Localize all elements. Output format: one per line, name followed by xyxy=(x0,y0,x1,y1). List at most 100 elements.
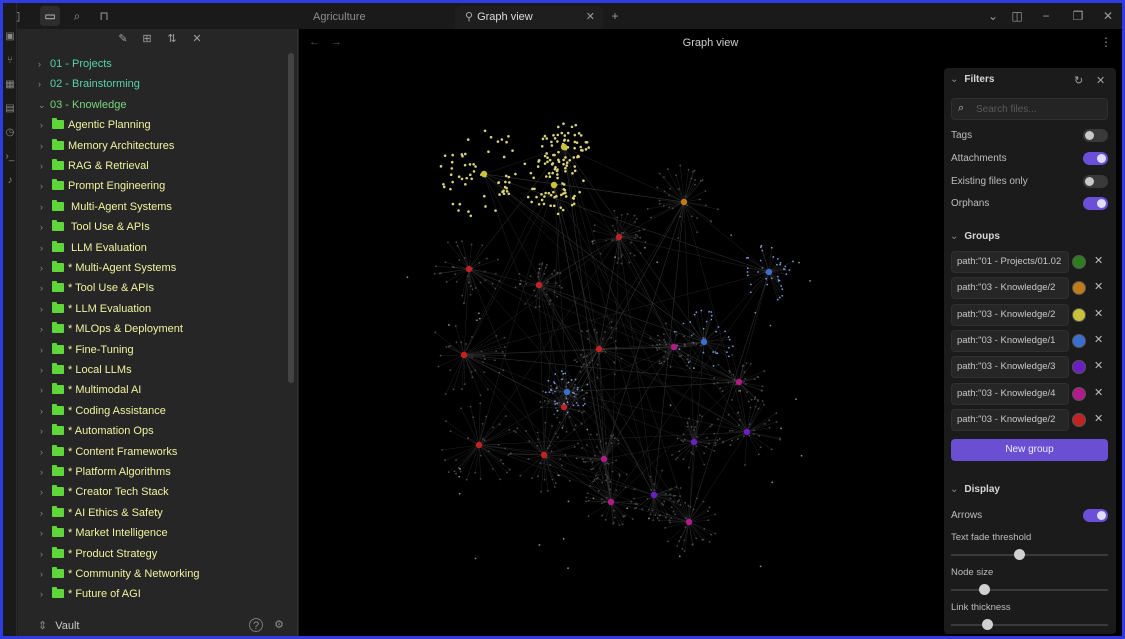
terminal-icon[interactable]: ›_ xyxy=(4,151,16,163)
tree-item[interactable]: › * Automation Ops xyxy=(40,422,154,440)
group-color-swatch[interactable] xyxy=(1072,307,1086,322)
tree-item[interactable]: ⌄ 03 - Knowledge xyxy=(38,96,126,114)
chevron-right-icon[interactable]: › xyxy=(40,320,50,338)
remove-group-icon[interactable]: ✕ xyxy=(1094,307,1103,320)
tree-item[interactable]: › * Fine-Tuning xyxy=(40,341,134,359)
tab-graph-view[interactable]: ⚲ Graph view ✕ xyxy=(455,6,603,29)
filters-header[interactable]: ⌄ Filters xyxy=(950,74,994,85)
close-window-button[interactable]: ✕ xyxy=(1098,6,1118,26)
tree-item[interactable]: › * MLOps & Deployment xyxy=(40,320,183,338)
chevron-right-icon[interactable]: › xyxy=(40,463,50,481)
page-icon[interactable]: ▤ xyxy=(4,103,16,115)
remove-group-icon[interactable]: ✕ xyxy=(1094,280,1103,293)
group-color-swatch[interactable] xyxy=(1072,412,1086,427)
chevron-right-icon[interactable]: › xyxy=(40,524,50,542)
new-folder-icon[interactable]: ⊞ xyxy=(139,31,155,47)
tree-item[interactable]: › * Platform Algorithms xyxy=(40,463,171,481)
reset-icon[interactable]: ↻ xyxy=(1074,74,1083,87)
tree-item[interactable]: › * Multi-Agent Systems xyxy=(40,259,176,277)
tree-item[interactable]: › * LLM Evaluation xyxy=(40,300,151,318)
toggle-attachments[interactable] xyxy=(1083,152,1108,165)
chevron-right-icon[interactable]: › xyxy=(40,177,50,195)
chevron-right-icon[interactable]: › xyxy=(40,279,50,297)
chevron-right-icon[interactable]: › xyxy=(40,361,50,379)
chevron-right-icon[interactable]: › xyxy=(40,259,50,277)
remove-group-icon[interactable]: ✕ xyxy=(1094,412,1103,425)
group-query-input[interactable]: path:"03 - Knowledge/2 xyxy=(951,408,1069,431)
tree-item[interactable]: › 01 - Projects xyxy=(38,55,112,73)
tree-item[interactable]: › Memory Architectures xyxy=(40,137,174,155)
group-color-swatch[interactable] xyxy=(1072,281,1086,296)
remove-group-icon[interactable]: ✕ xyxy=(1094,359,1103,372)
groups-header[interactable]: ⌄ Groups xyxy=(950,231,1000,242)
chevron-right-icon[interactable]: › xyxy=(40,157,50,175)
tree-item[interactable]: › * Coding Assistance xyxy=(40,402,166,420)
bookmark-icon[interactable]: ⊓ xyxy=(94,6,114,26)
chevron-right-icon[interactable]: › xyxy=(40,137,50,155)
group-query-input[interactable]: path:"03 - Knowledge/2 xyxy=(951,277,1069,300)
collapse-all-icon[interactable]: ✕ xyxy=(189,31,205,47)
restore-button[interactable]: ❐ xyxy=(1068,6,1088,26)
chevron-right-icon[interactable]: › xyxy=(38,55,48,73)
group-query-input[interactable]: path:"01 - Projects/01.02 xyxy=(951,251,1069,273)
tree-item[interactable]: › * AI Ethics & Safety xyxy=(40,504,163,522)
chevron-down-icon[interactable]: ⌄ xyxy=(38,96,48,114)
chevron-right-icon[interactable]: › xyxy=(40,218,50,236)
right-sidebar-toggle-icon[interactable]: ◫ xyxy=(1007,6,1027,26)
remove-group-icon[interactable]: ✕ xyxy=(1094,333,1103,346)
close-panel-icon[interactable]: ✕ xyxy=(1096,74,1105,87)
chevron-right-icon[interactable]: › xyxy=(40,545,50,563)
tree-item[interactable]: › * Creator Tech Stack xyxy=(40,483,169,501)
close-tab-icon[interactable]: ✕ xyxy=(586,6,595,29)
tree-item[interactable]: › * Tool Use & APIs xyxy=(40,279,154,297)
branch-icon[interactable]: ⑂ xyxy=(4,55,16,67)
group-query-input[interactable]: path:"03 - Knowledge/1 xyxy=(951,329,1069,352)
tree-item[interactable]: › Prompt Engineering xyxy=(40,177,165,195)
chevron-right-icon[interactable]: › xyxy=(40,300,50,318)
text-fade-slider[interactable] xyxy=(951,549,1108,560)
slider-thumb[interactable] xyxy=(981,619,993,630)
chevron-right-icon[interactable]: › xyxy=(40,422,50,440)
clock-icon[interactable]: ◷ xyxy=(4,127,16,139)
grid-icon[interactable]: ▦ xyxy=(4,79,16,91)
graph-canvas[interactable] xyxy=(299,57,939,636)
toggle-arrows[interactable] xyxy=(1083,509,1108,522)
tree-item[interactable]: › * Content Frameworks xyxy=(40,443,177,461)
chevron-right-icon[interactable]: › xyxy=(40,585,50,603)
link-thickness-slider[interactable] xyxy=(951,619,1108,630)
chevron-right-icon[interactable]: › xyxy=(40,402,50,420)
chevron-down-icon[interactable]: ⌄ xyxy=(983,6,1003,26)
slider-thumb[interactable] xyxy=(978,584,990,595)
tree-item[interactable]: › * Local LLMs xyxy=(40,361,132,379)
tree-item[interactable]: › Tool Use & APIs xyxy=(40,218,150,236)
tree-item[interactable]: › 02 - Brainstorming xyxy=(38,75,140,93)
tree-item[interactable]: › RAG & Retrieval xyxy=(40,157,149,175)
chevron-right-icon[interactable]: › xyxy=(38,75,48,93)
remove-group-icon[interactable]: ✕ xyxy=(1094,386,1103,399)
tab-agriculture[interactable]: Agriculture xyxy=(303,6,455,29)
calendar-icon[interactable]: ▣ xyxy=(4,31,16,43)
vault-switcher[interactable]: ⇕ Vault xyxy=(38,619,79,632)
more-options-icon[interactable]: ⋮ xyxy=(1100,35,1112,49)
tree-item[interactable]: › * Future of AGI xyxy=(40,585,141,603)
chevron-right-icon[interactable]: › xyxy=(40,483,50,501)
tree-item[interactable]: › * Community & Networking xyxy=(40,565,199,583)
tree-item[interactable]: › LLM Evaluation xyxy=(40,239,147,257)
tree-item[interactable]: › Multi-Agent Systems xyxy=(40,198,172,216)
group-query-input[interactable]: path:"03 - Knowledge/3 xyxy=(951,356,1069,379)
chevron-right-icon[interactable]: › xyxy=(40,341,50,359)
toggle-tags[interactable] xyxy=(1083,129,1108,142)
chevron-right-icon[interactable]: › xyxy=(40,443,50,461)
new-note-icon[interactable]: ✎ xyxy=(115,31,131,47)
group-color-swatch[interactable] xyxy=(1072,333,1086,348)
group-color-swatch[interactable] xyxy=(1072,386,1086,401)
toggle-orphans[interactable] xyxy=(1083,197,1108,210)
tree-item[interactable]: › * Product Strategy xyxy=(40,545,157,563)
slider-thumb[interactable] xyxy=(1013,549,1025,560)
minimize-button[interactable]: − xyxy=(1036,6,1056,26)
search-icon[interactable]: ⌕ xyxy=(67,6,87,26)
display-header[interactable]: ⌄ Display xyxy=(950,484,1000,495)
chevron-right-icon[interactable]: › xyxy=(40,116,50,134)
group-query-input[interactable]: path:"03 - Knowledge/4 xyxy=(951,382,1069,405)
group-query-input[interactable]: path:"03 - Knowledge/2 xyxy=(951,303,1069,326)
